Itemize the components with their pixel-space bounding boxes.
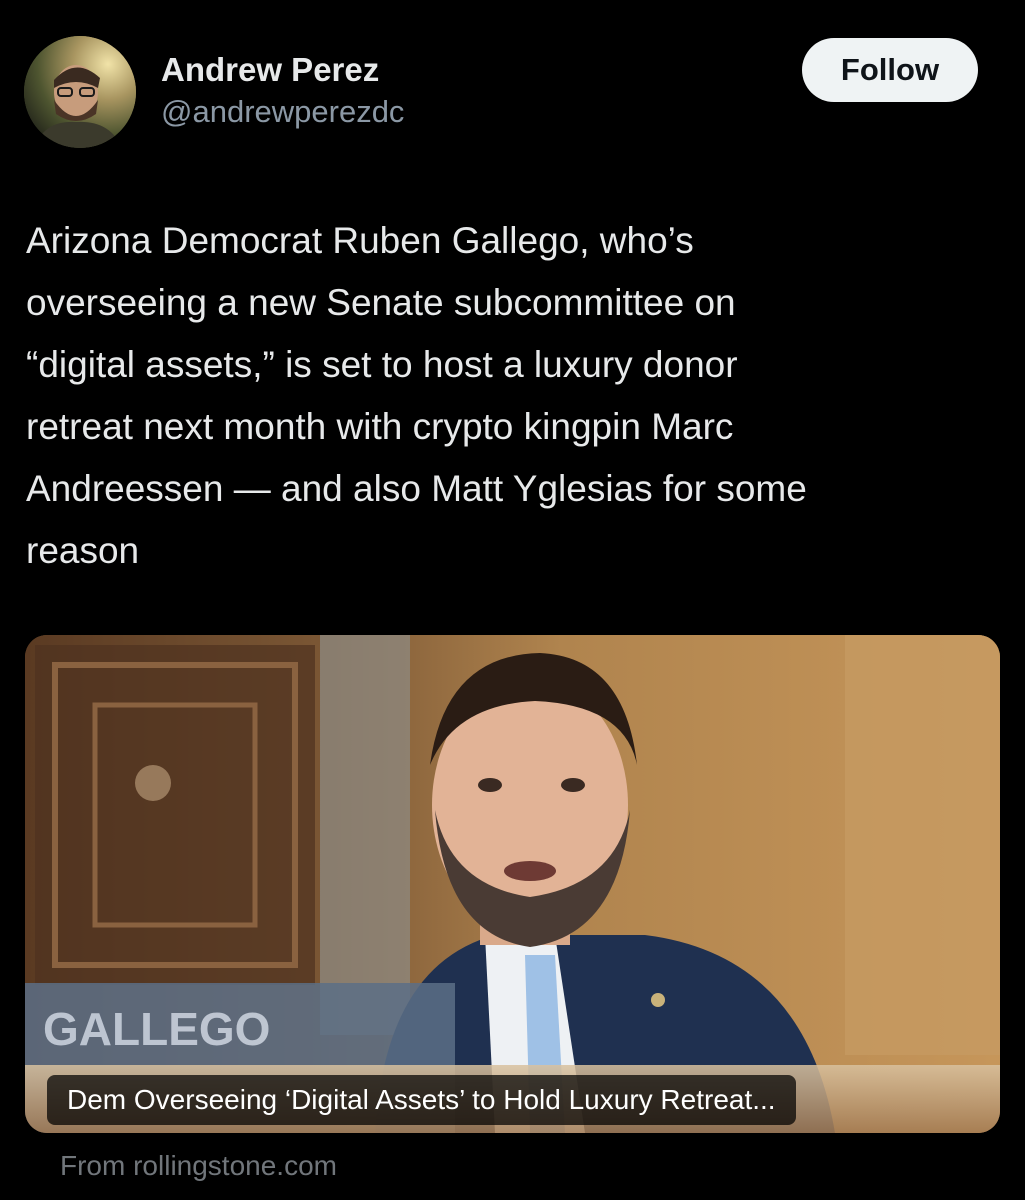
- author-avatar[interactable]: [24, 36, 136, 148]
- article-photo: GALLEGO: [25, 635, 1000, 1133]
- link-source[interactable]: From rollingstone.com: [60, 1146, 337, 1186]
- author-handle[interactable]: @andrewperezdc: [161, 92, 404, 132]
- link-card-title[interactable]: Dem Overseeing ‘Digital Assets’ to Hold …: [47, 1075, 796, 1125]
- nameplate-text: GALLEGO: [43, 1003, 270, 1055]
- tweet-text: Arizona Democrat Ruben Gallego, who’s ov…: [26, 220, 807, 571]
- avatar-photo: [24, 36, 136, 148]
- author-info: Andrew Perez @andrewperezdc: [161, 50, 404, 132]
- author-display-name[interactable]: Andrew Perez: [161, 50, 404, 90]
- follow-button[interactable]: Follow: [802, 38, 978, 102]
- tweet-header: Andrew Perez @andrewperezdc Follow: [24, 36, 984, 148]
- link-preview-card[interactable]: GALLEGO Dem Overseeing ‘Digital Assets’ …: [25, 635, 1000, 1133]
